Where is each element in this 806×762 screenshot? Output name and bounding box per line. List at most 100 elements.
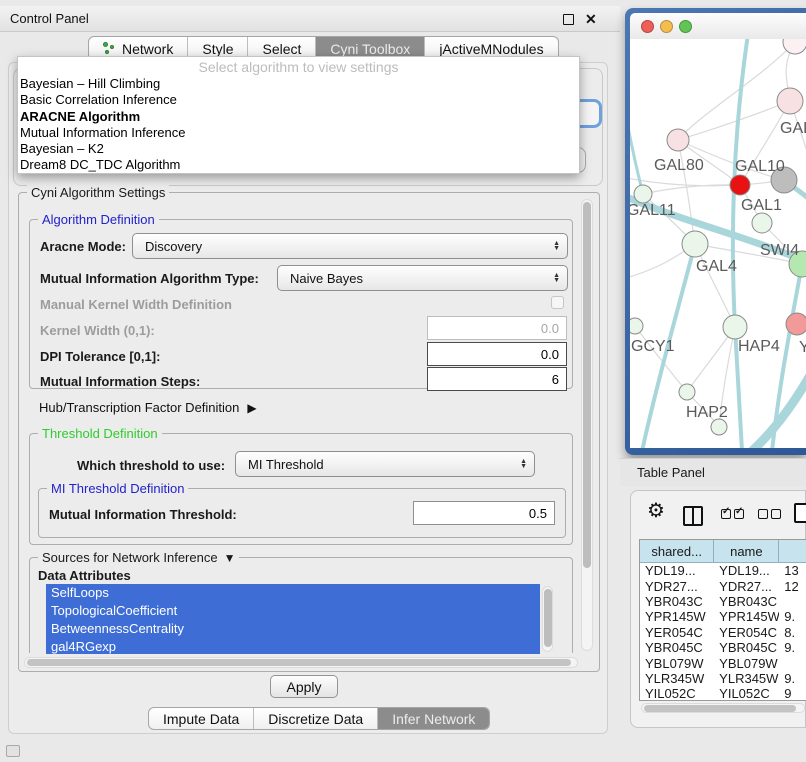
table-horizontal-scrollbar[interactable] bbox=[641, 703, 805, 713]
combobox-value: Discovery bbox=[145, 239, 202, 254]
network-canvas[interactable]: GAL GAL80 GAL10 GAL11 GAL1 SWI4 GAL4 GCY… bbox=[630, 39, 806, 448]
manual-kernel-label: Manual Kernel Width Definition bbox=[40, 297, 232, 312]
aracne-mode-combobox[interactable]: Discovery bbox=[132, 233, 568, 259]
node-salmon bbox=[786, 313, 806, 335]
data-attributes-list: SelfLoops TopologicalCoefficient Between… bbox=[46, 584, 540, 654]
column-header-name[interactable]: name bbox=[714, 540, 779, 562]
mi-threshold-input[interactable]: 0.5 bbox=[413, 501, 555, 525]
tab-impute-data-label: Impute Data bbox=[163, 711, 239, 727]
network-graph[interactable]: GAL GAL80 GAL10 GAL11 GAL1 SWI4 GAL4 GCY… bbox=[630, 39, 806, 448]
column-header-shared-name[interactable]: shared... bbox=[640, 540, 714, 562]
attributes-scrollbar[interactable] bbox=[542, 586, 553, 652]
hub-definition-expander[interactable]: Hub/Transcription Factor Definition ▶ bbox=[39, 400, 257, 415]
table-row[interactable]: YER054CYER054C8. bbox=[640, 625, 806, 640]
control-panel-window: Control Panel ✕ Network Style Select Cyn… bbox=[0, 6, 620, 735]
apply-button[interactable]: Apply bbox=[270, 675, 338, 698]
dropdown-item-selected[interactable]: ARACNE Algorithm bbox=[18, 109, 579, 125]
group-title: MI Threshold Definition bbox=[47, 481, 188, 496]
cyni-mode-tabbar: Impute Data Discretize Data Infer Networ… bbox=[148, 707, 490, 730]
collapsed-panel-icon[interactable] bbox=[6, 745, 20, 757]
split-columns-icon[interactable] bbox=[683, 506, 703, 526]
table-row[interactable]: YIL052CYIL052C9 bbox=[640, 686, 806, 701]
network-window-titlebar[interactable] bbox=[630, 13, 806, 39]
table-panel-title: Table Panel bbox=[637, 465, 705, 480]
close-traffic-light-icon[interactable] bbox=[641, 20, 654, 33]
table-header-row: shared... name bbox=[640, 540, 806, 563]
network-view-window[interactable]: GAL GAL80 GAL10 GAL11 GAL1 SWI4 GAL4 GCY… bbox=[625, 8, 806, 455]
float-window-icon[interactable] bbox=[563, 14, 574, 25]
sources-title: Sources for Network Inference bbox=[42, 550, 218, 565]
column-header[interactable] bbox=[779, 540, 806, 562]
table-row[interactable]: YPR145WYPR145W9. bbox=[640, 609, 806, 624]
table-row[interactable]: YLR345WYLR345W9. bbox=[640, 671, 806, 686]
scrollbar-thumb[interactable] bbox=[544, 589, 552, 647]
cyni-algorithm-settings-group: Cyni Algorithm Settings Algorithm Defini… bbox=[18, 192, 600, 672]
select-all-checkboxes-icon[interactable] bbox=[721, 509, 744, 519]
node-gal bbox=[777, 88, 803, 114]
table-row[interactable]: YDR27...YDR27...12 bbox=[640, 578, 806, 593]
table-row[interactable]: YBL079WYBL079W bbox=[640, 655, 806, 670]
dropdown-item[interactable]: Bayesian – K2 bbox=[18, 141, 579, 157]
dropdown-item[interactable]: Mutual Information Inference bbox=[18, 125, 579, 141]
network-nodes[interactable] bbox=[630, 39, 806, 435]
node-label: GAL11 bbox=[630, 202, 676, 219]
combobox-value: Naive Bayes bbox=[290, 271, 363, 286]
list-item[interactable]: SelfLoops bbox=[46, 584, 540, 602]
list-item[interactable]: gal4RGexp bbox=[46, 638, 540, 654]
expander-right-icon: ▶ bbox=[247, 401, 256, 415]
dropdown-item[interactable]: Dream8 DC_TDC Algorithm bbox=[18, 157, 579, 173]
settings-vertical-scrollbar[interactable] bbox=[581, 199, 593, 651]
node-table[interactable]: shared... name YDL19...YDL19...13 YDR27.… bbox=[639, 539, 806, 701]
scrollbar-thumb[interactable] bbox=[27, 659, 571, 666]
group-title: Threshold Definition bbox=[38, 426, 162, 441]
table-row[interactable]: YDL19...YDL19...13 bbox=[640, 563, 806, 578]
gear-icon[interactable]: ⚙ bbox=[647, 501, 665, 521]
panel-title: Control Panel bbox=[10, 11, 89, 26]
dropdown-item[interactable]: Basic Correlation Inference bbox=[18, 92, 579, 108]
node-label: GCY1 bbox=[631, 338, 675, 355]
which-threshold-combobox[interactable]: MI Threshold bbox=[235, 451, 535, 477]
dropdown-item[interactable]: Bayesian – Hill Climbing bbox=[18, 76, 579, 92]
zoom-traffic-light-icon[interactable] bbox=[679, 20, 692, 33]
table-row[interactable]: YBR045CYBR045C9. bbox=[640, 640, 806, 655]
control-panel-titlebar: Control Panel bbox=[0, 6, 620, 32]
deselect-all-checkboxes-icon[interactable] bbox=[758, 509, 781, 519]
close-icon[interactable]: ✕ bbox=[585, 11, 597, 28]
node-gcy1 bbox=[630, 318, 643, 334]
mi-steps-input[interactable]: 6 bbox=[427, 367, 567, 391]
list-item[interactable]: BetweennessCentrality bbox=[46, 620, 540, 638]
expander-down-icon[interactable]: ▼ bbox=[224, 551, 236, 565]
node-label: SWI4 bbox=[760, 242, 799, 259]
settings-horizontal-scrollbar[interactable] bbox=[24, 657, 578, 668]
table-row[interactable]: YBR043CYBR043C bbox=[640, 594, 806, 609]
mi-threshold-definition-group: MI Threshold Definition Mutual Informati… bbox=[38, 488, 566, 538]
node-highlighted-red bbox=[730, 175, 750, 195]
tab-infer-network-label: Infer Network bbox=[392, 711, 475, 727]
scrollbar-thumb[interactable] bbox=[583, 202, 591, 568]
scrollbar-thumb[interactable] bbox=[644, 705, 796, 712]
group-title: Cyni Algorithm Settings bbox=[27, 185, 169, 200]
node-gal80 bbox=[667, 129, 689, 151]
sources-group: Sources for Network Inference ▼ Data Att… bbox=[29, 557, 573, 653]
node-label: GAL1 bbox=[741, 197, 782, 214]
which-threshold-label: Which threshold to use: bbox=[77, 458, 225, 473]
document-icon[interactable] bbox=[794, 503, 806, 523]
tab-select-label: Select bbox=[262, 41, 301, 57]
threshold-definition-group: Threshold Definition Which threshold to … bbox=[29, 433, 573, 545]
minimize-traffic-light-icon[interactable] bbox=[660, 20, 673, 33]
tab-discretize-data[interactable]: Discretize Data bbox=[254, 708, 378, 729]
dpi-tolerance-input[interactable]: 0.0 bbox=[427, 342, 567, 366]
list-item[interactable]: TopologicalCoefficient bbox=[46, 602, 540, 620]
node-label: GAL bbox=[780, 120, 806, 137]
group-title: Algorithm Definition bbox=[38, 212, 159, 227]
node-gal11 bbox=[634, 185, 652, 203]
kernel-width-input[interactable]: 0.0 bbox=[427, 316, 567, 340]
table-panel-titlebar: Table Panel bbox=[620, 458, 806, 486]
aracne-mode-label: Aracne Mode: bbox=[40, 239, 126, 254]
manual-kernel-checkbox[interactable] bbox=[551, 296, 564, 309]
mi-algorithm-type-combobox[interactable]: Naive Bayes bbox=[277, 265, 568, 291]
spinner-arrows-icon bbox=[553, 241, 560, 251]
tab-impute-data[interactable]: Impute Data bbox=[149, 708, 254, 729]
network-icon bbox=[103, 42, 116, 55]
tab-infer-network[interactable]: Infer Network bbox=[378, 708, 489, 729]
